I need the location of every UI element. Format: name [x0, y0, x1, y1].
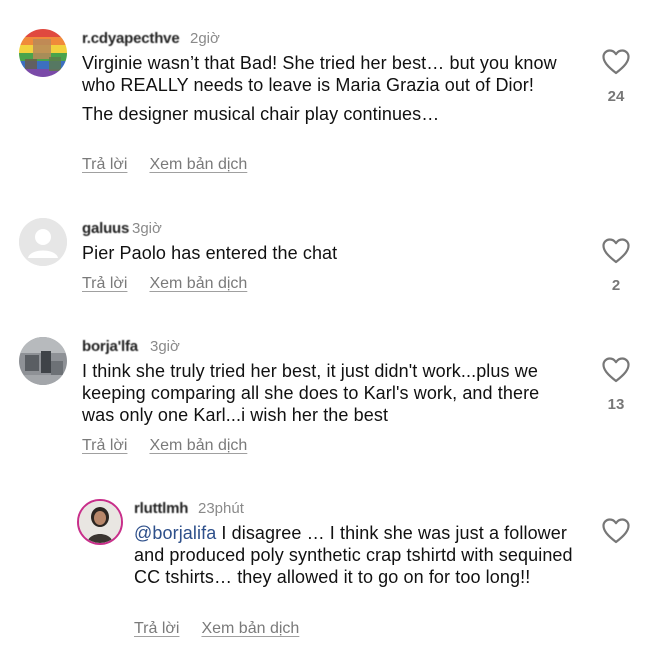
- reply-button[interactable]: Trả lời: [82, 275, 127, 293]
- reply-button[interactable]: Trả lời: [134, 620, 179, 638]
- comment-actions: Trả lời Xem bản dịch: [82, 275, 247, 293]
- comment-username[interactable]: r.cdyapecthve: [82, 30, 180, 47]
- translate-button[interactable]: Xem bản dịch: [149, 156, 247, 174]
- avatar[interactable]: [77, 499, 123, 545]
- like-button[interactable]: [596, 238, 636, 264]
- comment-text: I think she truly tried her best, it jus…: [82, 360, 572, 426]
- like-count: 24: [607, 88, 625, 105]
- reply-button[interactable]: Trả lời: [82, 437, 127, 455]
- comment-paragraph: Virginie wasn’t that Bad! She tried her …: [82, 53, 557, 95]
- comment-username[interactable]: galuus: [82, 220, 129, 237]
- comment-actions: Trả lời Xem bản dịch: [82, 156, 247, 174]
- like-button[interactable]: [596, 49, 636, 75]
- comment-text: Pier Paolo has entered the chat: [82, 242, 572, 264]
- like-count: 13: [607, 396, 625, 413]
- comment-paragraph: Pier Paolo has entered the chat: [82, 243, 338, 263]
- translate-button[interactable]: Xem bản dịch: [201, 620, 299, 638]
- comment-text: Virginie wasn’t that Bad! She tried her …: [82, 52, 572, 125]
- comment-timestamp: 2giờ: [190, 30, 220, 47]
- comment-paragraph: The designer musical chair play continue…: [82, 104, 440, 124]
- avatar[interactable]: [19, 337, 67, 385]
- translate-button[interactable]: Xem bản dịch: [149, 437, 247, 455]
- comment-timestamp: 3giờ: [132, 220, 162, 237]
- comment-actions: Trả lời Xem bản dịch: [134, 620, 299, 638]
- translate-button[interactable]: Xem bản dịch: [149, 275, 247, 293]
- comment-paragraph: I think she truly tried her best, it jus…: [82, 361, 540, 425]
- heart-icon: [602, 238, 630, 264]
- comment-actions: Trả lời Xem bản dịch: [82, 437, 247, 455]
- heart-icon: [602, 357, 630, 383]
- comment-username[interactable]: borja'lfa: [82, 338, 138, 355]
- comment-text: @borjalifa I disagree … I think she was …: [134, 522, 574, 588]
- like-count: 2: [611, 277, 621, 294]
- comment-timestamp: 3giờ: [150, 338, 180, 355]
- comment-username[interactable]: rluttlmh: [134, 500, 188, 517]
- mention-link[interactable]: @borjalifa: [134, 523, 216, 543]
- heart-icon: [602, 49, 630, 75]
- like-button[interactable]: [596, 518, 636, 544]
- reply-button[interactable]: Trả lời: [82, 156, 127, 174]
- avatar[interactable]: [19, 29, 67, 77]
- heart-icon: [602, 518, 630, 544]
- comment-timestamp: 23phút: [198, 500, 244, 517]
- like-button[interactable]: [596, 357, 636, 383]
- avatar[interactable]: [19, 218, 67, 266]
